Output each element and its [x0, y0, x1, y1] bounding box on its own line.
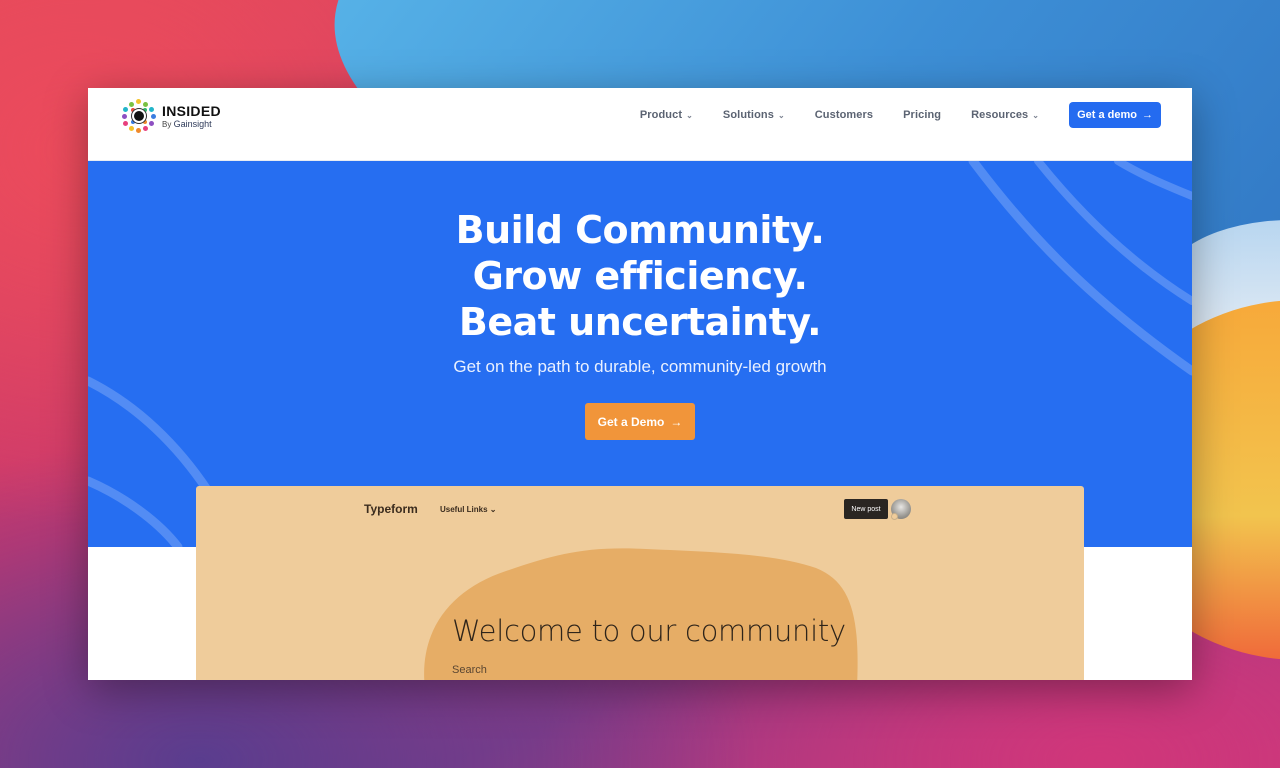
- preview-search-label: Search: [452, 664, 487, 676]
- chevron-down-icon: ⌄: [686, 110, 693, 120]
- hero-headline: Build Community. Grow efficiency. Beat u…: [88, 207, 1192, 345]
- get-a-demo-hero-button[interactable]: Get a Demo →: [585, 403, 695, 440]
- headline-line-2: Grow efficiency.: [472, 254, 808, 298]
- hero-subheading: Get on the path to durable, community-le…: [453, 357, 827, 376]
- logo-wordmark: INSIDED: [162, 102, 221, 119]
- preview-brand-name: Typeform: [364, 502, 418, 516]
- insided-logo-icon: [122, 99, 156, 133]
- preview-useful-links-menu: Useful Links ⌄: [440, 505, 497, 514]
- logo[interactable]: INSIDED By Gainsight: [122, 99, 221, 133]
- main-nav: Product ⌄ Solutions ⌄ Customers Pricing Re…: [640, 102, 1161, 128]
- arrow-right-icon: →: [1142, 109, 1153, 121]
- avatar-badge-icon: [891, 513, 898, 520]
- community-preview-screenshot: Typeform Useful Links ⌄ New post Welcome…: [196, 486, 1084, 680]
- logo-byline: By Gainsight: [162, 118, 212, 129]
- preview-new-post-button: New post: [844, 499, 888, 519]
- get-a-demo-nav-button[interactable]: Get a demo →: [1069, 102, 1161, 128]
- nav-item-pricing[interactable]: Pricing: [903, 109, 941, 121]
- preview-welcome-heading: Welcome to our community: [452, 614, 846, 648]
- headline-line-1: Build Community.: [455, 208, 825, 252]
- nav-item-product[interactable]: Product ⌄: [640, 109, 693, 121]
- chevron-down-icon: ⌄: [777, 110, 785, 120]
- arrow-right-icon: →: [670, 414, 683, 429]
- nav-item-customers[interactable]: Customers: [815, 109, 873, 121]
- nav-item-resources[interactable]: Resources ⌄: [971, 109, 1039, 121]
- decorative-blob: [424, 548, 858, 680]
- browser-window: INSIDED By Gainsight Product ⌄ Solutions ⌄…: [88, 88, 1192, 680]
- navbar: INSIDED By Gainsight Product ⌄ Solutions ⌄…: [88, 88, 1192, 161]
- nav-item-solutions[interactable]: Solutions ⌄: [723, 109, 785, 121]
- headline-line-3: Beat uncertainty.: [458, 300, 822, 344]
- chevron-down-icon: ⌄: [1032, 110, 1040, 120]
